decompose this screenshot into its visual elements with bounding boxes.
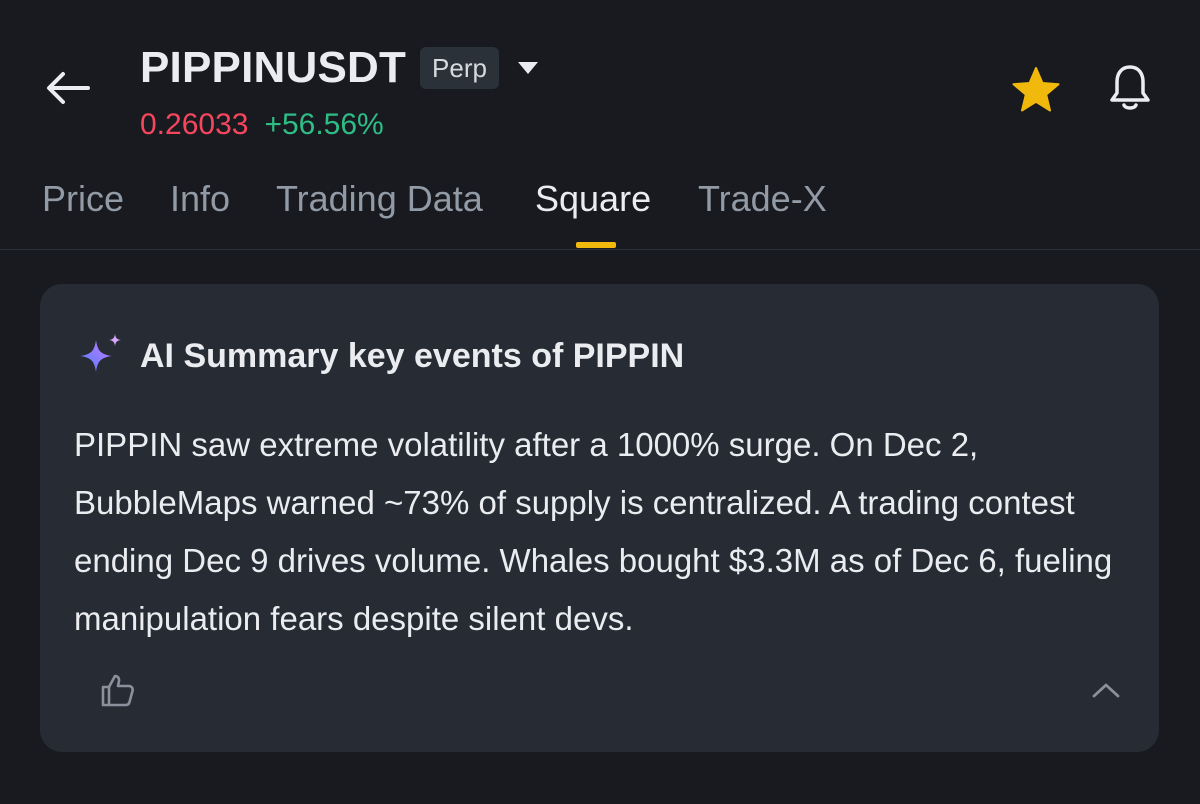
like-button[interactable] [98, 670, 138, 710]
header: PIPPINUSDT Perp 0.26033 +56.56% [0, 0, 1200, 160]
price-change-percent: +56.56% [264, 108, 384, 141]
symbol-dropdown-button[interactable] [513, 53, 543, 83]
thumbs-up-icon [101, 674, 134, 707]
last-price: 0.26033 [140, 108, 249, 141]
caret-down-icon [517, 62, 538, 74]
tab-trading-data[interactable]: Trading Data [276, 178, 483, 220]
symbol-block: PIPPINUSDT Perp 0.26033 +56.56% [140, 40, 543, 142]
star-icon [1012, 67, 1060, 112]
ai-summary-card: AI Summary key events of PIPPIN PIPPIN s… [40, 284, 1159, 752]
tab-info[interactable]: Info [170, 178, 230, 220]
sparkle-icon [80, 334, 121, 372]
arrow-left-icon [47, 72, 90, 104]
price-alert-button[interactable] [1102, 60, 1158, 116]
chevron-up-icon [1092, 683, 1120, 698]
summary-text: PIPPIN saw extreme volatility after a 10… [74, 426, 1113, 637]
back-button[interactable] [42, 62, 94, 114]
symbol-title[interactable]: PIPPINUSDT [140, 43, 406, 93]
card-header: AI Summary key events of PIPPIN [76, 332, 684, 380]
collapse-button[interactable] [1086, 674, 1126, 706]
tab-trade-x[interactable]: Trade-X [698, 178, 827, 220]
tab-price[interactable]: Price [42, 178, 124, 220]
contract-type-badge: Perp [420, 47, 499, 89]
favorite-button[interactable] [1008, 62, 1064, 118]
card-title: AI Summary key events of PIPPIN [140, 336, 685, 375]
tab-bar: Price Info Trading Data Square Trade-X [0, 170, 1200, 250]
active-tab-indicator [576, 242, 616, 248]
tab-square[interactable]: Square [535, 178, 651, 220]
bell-icon [1110, 65, 1150, 110]
